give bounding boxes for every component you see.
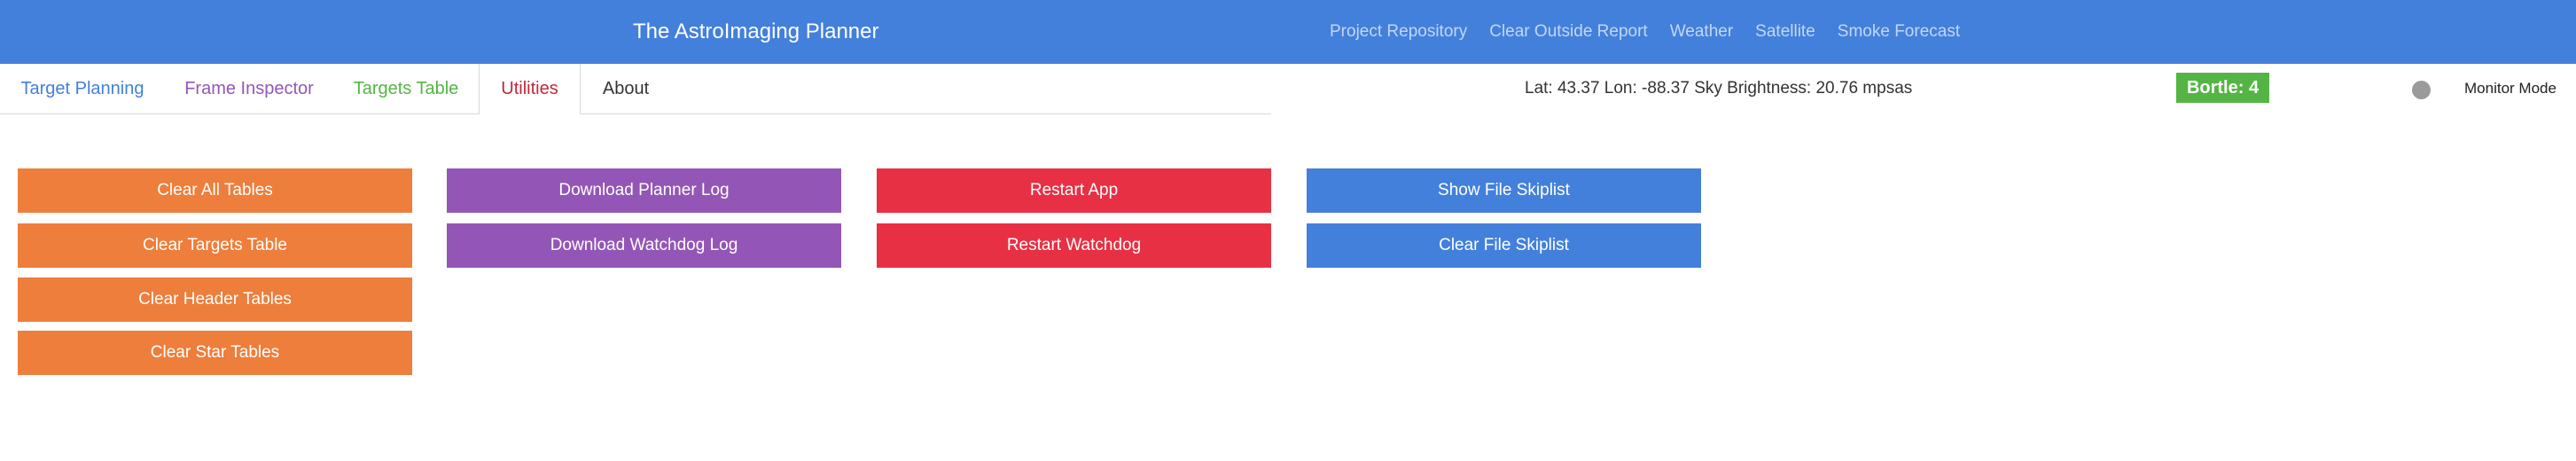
clear-targets-table-button[interactable]: Clear Targets Table <box>18 223 412 268</box>
clear-header-tables-button[interactable]: Clear Header Tables <box>18 277 412 322</box>
tab-targets-table[interactable]: Targets Table <box>333 64 479 113</box>
bortle-badge: Bortle: 4 <box>2176 73 2269 103</box>
clear-all-tables-button[interactable]: Clear All Tables <box>18 168 412 213</box>
show-file-skiplist-button[interactable]: Show File Skiplist <box>1307 168 1701 213</box>
restart-app-button[interactable]: Restart App <box>877 168 1271 213</box>
monitor-mode-toggle[interactable] <box>2412 81 2431 99</box>
tab-target-planning[interactable]: Target Planning <box>0 64 165 113</box>
download-planner-log-button[interactable]: Download Planner Log <box>447 168 841 213</box>
nav-link-clear-outside-report[interactable]: Clear Outside Report <box>1489 22 1647 42</box>
location-sky-brightness: Lat: 43.37 Lon: -88.37 Sky Brightness: 2… <box>1525 79 1913 98</box>
nav-link-smoke-forecast[interactable]: Smoke Forecast <box>1838 22 1960 42</box>
tab-bar: Target Planning Frame Inspector Targets … <box>0 64 1271 114</box>
nav-link-satellite[interactable]: Satellite <box>1755 22 1815 42</box>
nav-link-project-repository[interactable]: Project Repository <box>1330 22 1467 42</box>
tab-about[interactable]: About <box>581 64 671 113</box>
nav-link-weather[interactable]: Weather <box>1670 22 1733 42</box>
clear-file-skiplist-button[interactable]: Clear File Skiplist <box>1307 223 1701 268</box>
top-navbar: The AstroImaging Planner Project Reposit… <box>0 0 2576 64</box>
restart-watchdog-button[interactable]: Restart Watchdog <box>877 223 1271 268</box>
app-title[interactable]: The AstroImaging Planner <box>633 0 879 64</box>
tab-utilities[interactable]: Utilities <box>479 64 581 114</box>
tab-frame-inspector[interactable]: Frame Inspector <box>165 64 333 113</box>
download-watchdog-log-button[interactable]: Download Watchdog Log <box>447 223 841 268</box>
clear-star-tables-button[interactable]: Clear Star Tables <box>18 331 412 375</box>
monitor-mode-label: Monitor Mode <box>2464 80 2556 97</box>
navbar-links: Project Repository Clear Outside Report … <box>1330 0 1982 64</box>
